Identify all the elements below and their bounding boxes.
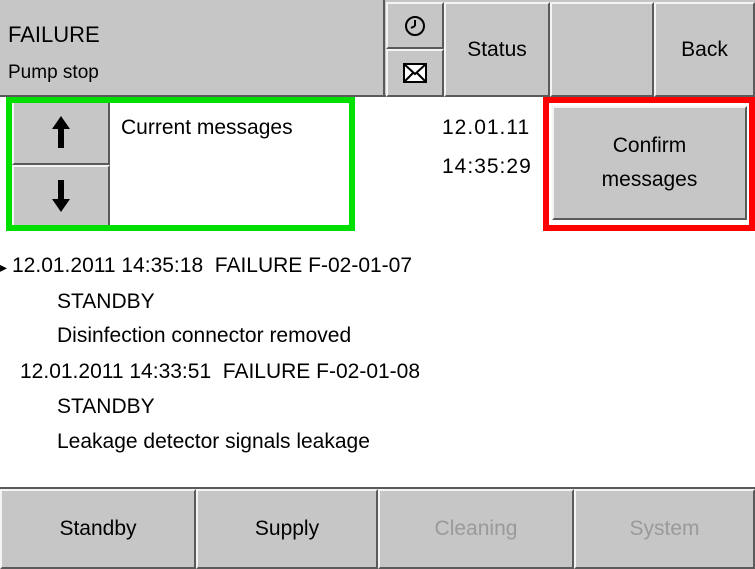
- tab-standby-label: Standby: [59, 517, 137, 540]
- clock-button[interactable]: [386, 2, 444, 49]
- tab-supply[interactable]: Supply: [196, 489, 378, 569]
- back-button[interactable]: Back: [654, 2, 755, 97]
- status-button-label: Status: [467, 37, 527, 61]
- list-item-2-header: 12.01.2011 14:33:51 FAILURE F-02-01-08: [20, 360, 421, 383]
- tab-system[interactable]: System: [574, 489, 755, 569]
- status-title: FAILURE: [8, 22, 100, 47]
- tab-standby[interactable]: Standby: [0, 489, 196, 569]
- message-list: 12.01.2011 14:35:18 FAILURE F-02-01-07 S…: [0, 246, 755, 476]
- scroll-highlight-box: [6, 97, 355, 231]
- envelope-icon: [403, 63, 427, 83]
- confirm-highlight-box: [543, 97, 755, 231]
- messages-time: 14:35:29: [442, 155, 532, 178]
- clock-icon: [405, 15, 425, 36]
- tab-cleaning-label: Cleaning: [434, 517, 518, 540]
- list-item-2-description: Leakage detector signals leakage: [57, 430, 370, 453]
- tab-cleaning[interactable]: Cleaning: [378, 489, 574, 569]
- status-panel: FAILURE Pump stop: [0, 0, 385, 97]
- messages-button[interactable]: [386, 49, 444, 97]
- messages-date: 12.01.11: [442, 116, 531, 139]
- status-subtitle: Pump stop: [8, 62, 99, 83]
- list-item-2-state: STANDBY: [57, 395, 155, 418]
- tab-supply-label: Supply: [254, 517, 320, 540]
- status-button[interactable]: Status: [444, 2, 550, 97]
- list-item-1-description: Disinfection connector removed: [57, 324, 352, 347]
- list-item-1-header: 12.01.2011 14:35:18 FAILURE F-02-01-07: [12, 254, 413, 277]
- list-item-1-state: STANDBY: [57, 290, 155, 313]
- empty-header-button[interactable]: [550, 2, 654, 97]
- tab-system-label: System: [629, 517, 700, 540]
- back-button-label: Back: [681, 37, 728, 61]
